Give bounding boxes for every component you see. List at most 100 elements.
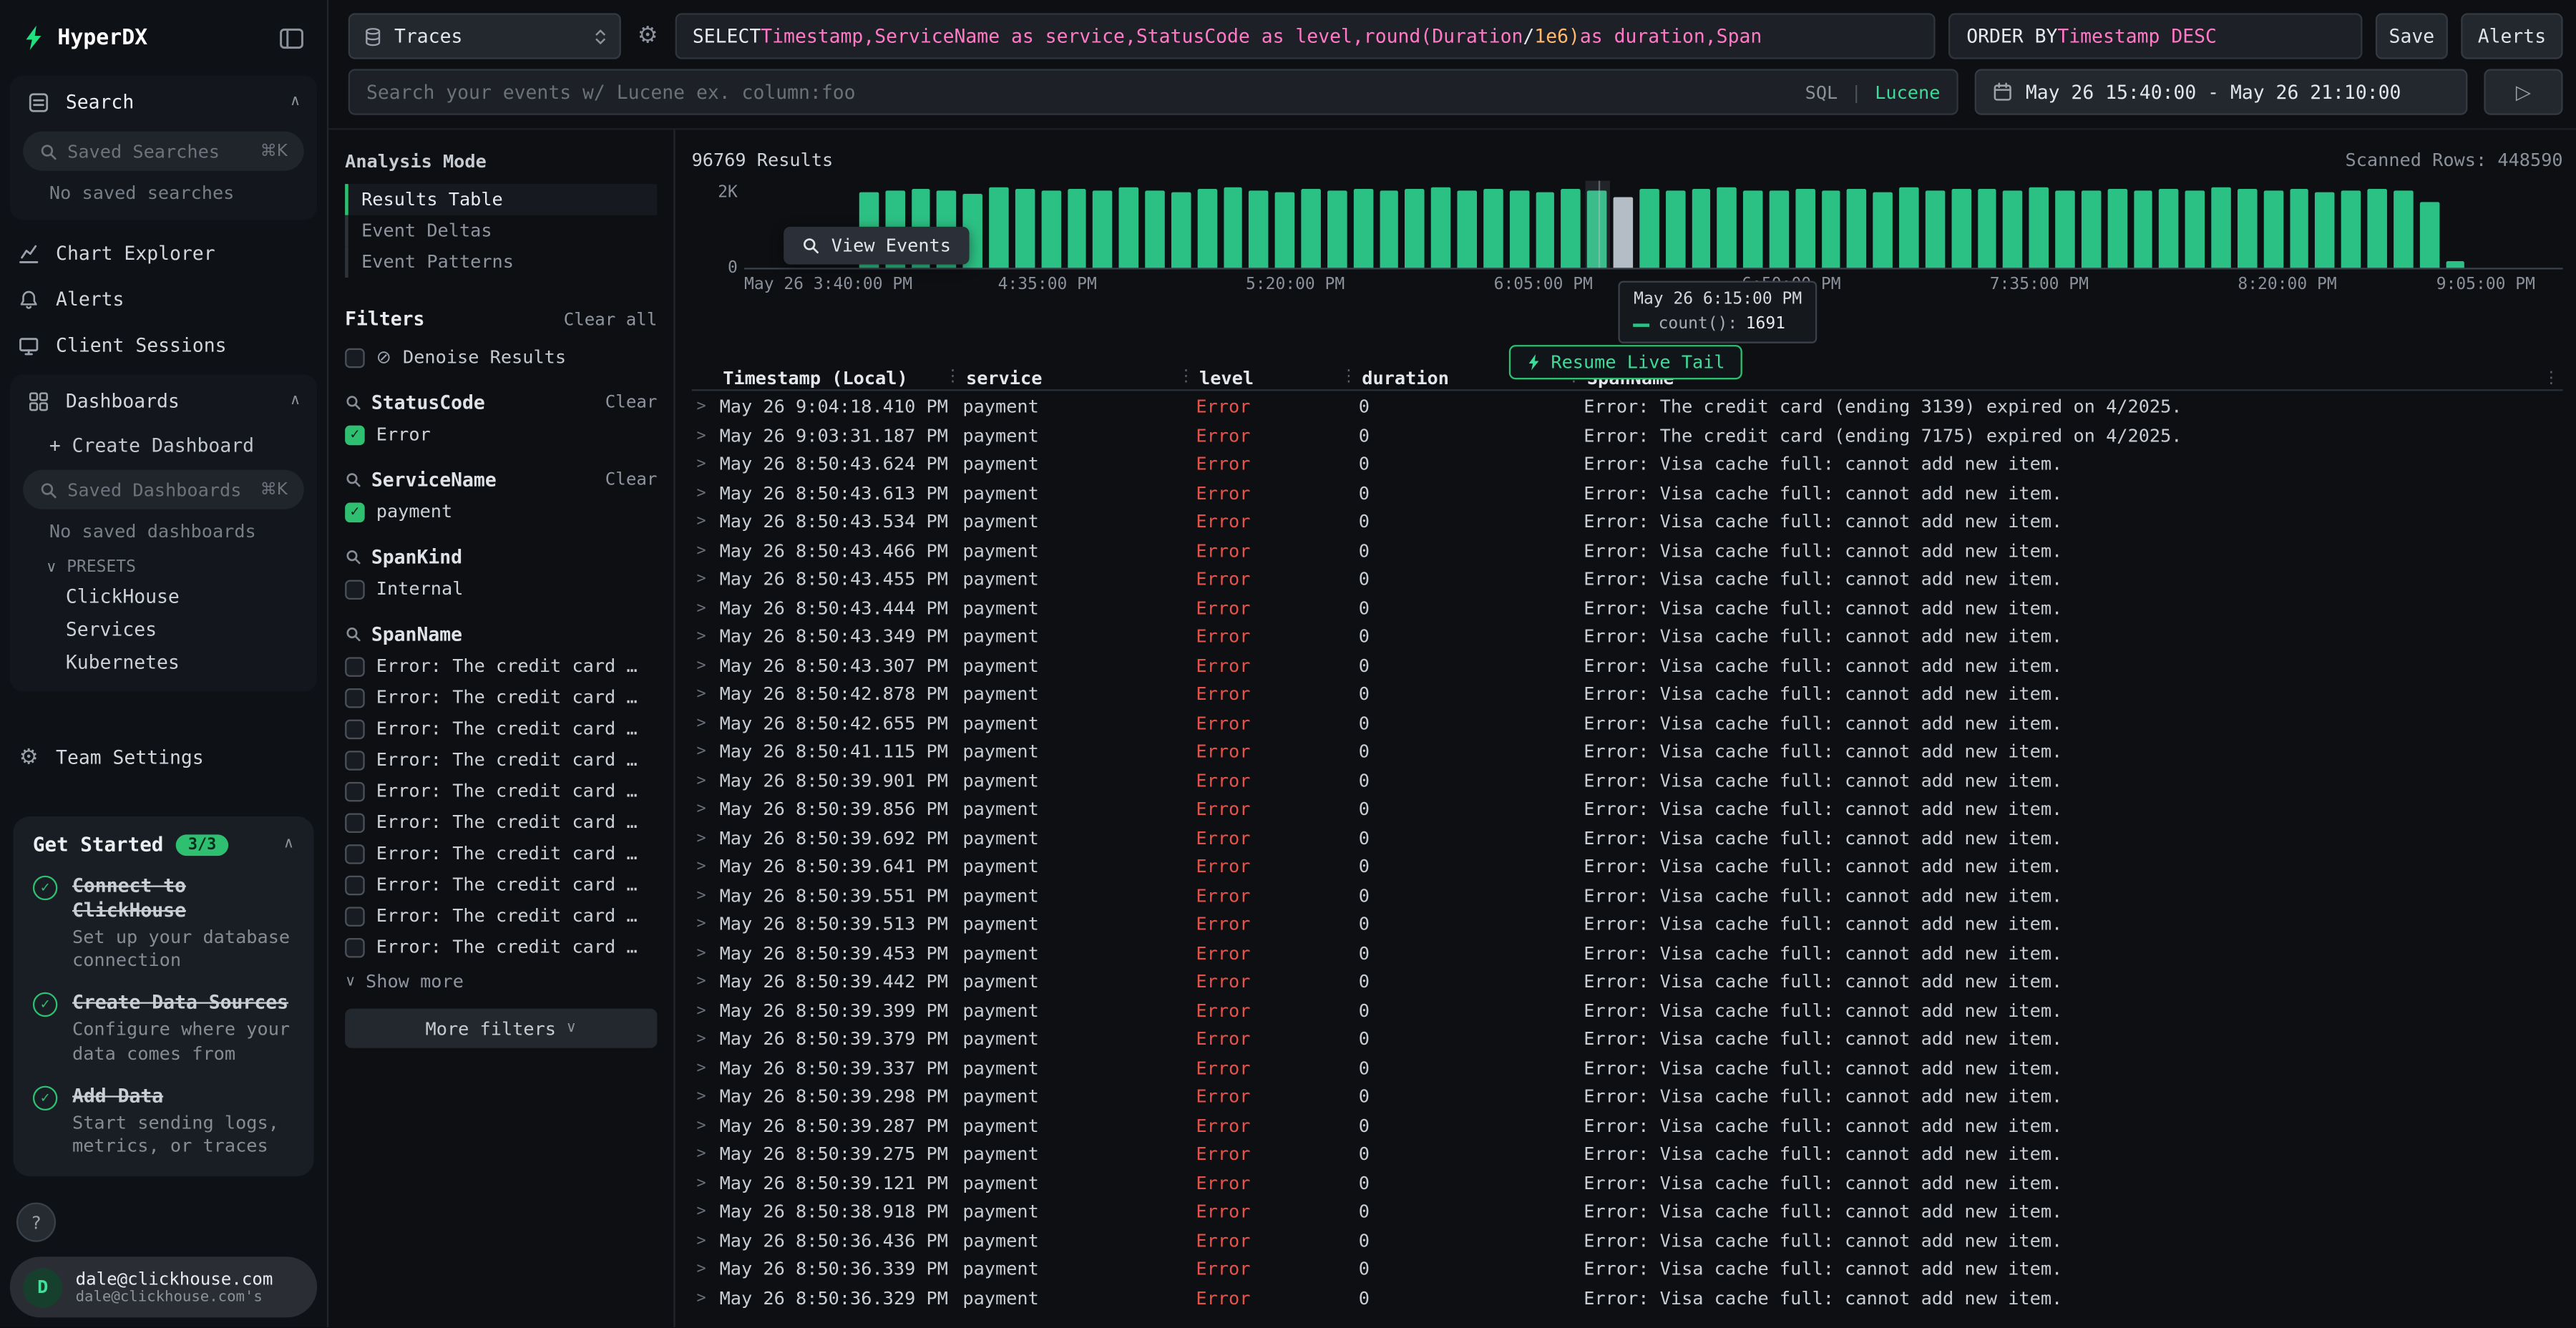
row-expand-chevron[interactable]: > [692, 599, 720, 617]
filter-option-spanname[interactable]: Error: The credit card … [345, 811, 657, 833]
histogram-bar[interactable] [2419, 202, 2439, 268]
histogram-bar[interactable] [2055, 190, 2074, 268]
row-expand-chevron[interactable]: > [692, 714, 720, 732]
orderby-editor[interactable]: ORDER BY Timestamp DESC [1948, 13, 2363, 59]
chart-plot-area[interactable]: View Events May 26 6:15:00 PM count(): 1… [744, 181, 2563, 270]
source-select[interactable]: Traces [348, 13, 621, 59]
sql-editor[interactable]: SELECT Timestamp, ServiceName as service… [675, 13, 1936, 59]
row-expand-chevron[interactable]: > [692, 426, 720, 444]
sidebar-preset-item[interactable]: Services [10, 612, 317, 645]
collapse-sidebar-icon[interactable] [279, 27, 303, 49]
filter-option-spanname[interactable]: Error: The credit card … [345, 843, 657, 864]
histogram-bar[interactable] [2133, 190, 2152, 268]
show-more-link[interactable]: ∨ Show more [345, 971, 657, 992]
filter-option-spanname[interactable]: Error: The credit card … [345, 905, 657, 927]
table-row[interactable]: >May 26 8:50:39.337 PMpaymentError0Error… [692, 1054, 2563, 1083]
table-row[interactable]: >May 26 9:04:18.410 PMpaymentError0Error… [692, 393, 2563, 421]
checkbox-unchecked[interactable] [345, 937, 365, 957]
checkbox-unchecked[interactable] [345, 688, 365, 708]
get-started-step[interactable]: ✓Connect to ClickHouseSet up your databa… [33, 874, 294, 973]
histogram-bar[interactable] [1951, 190, 1971, 268]
row-expand-chevron[interactable]: > [692, 456, 720, 474]
table-row[interactable]: >May 26 8:50:43.444 PMpaymentError0Error… [692, 594, 2563, 622]
histogram-bar[interactable] [1015, 190, 1035, 268]
histogram-bar[interactable] [1197, 189, 1216, 268]
row-expand-chevron[interactable]: > [692, 1117, 720, 1135]
source-settings-gear-icon[interactable]: ⚙ [634, 23, 661, 49]
table-row[interactable]: >May 26 8:50:43.349 PMpaymentError0Error… [692, 622, 2563, 651]
histogram-bar[interactable] [1717, 187, 1737, 268]
filter-option-spanname[interactable]: Error: The credit card … [345, 718, 657, 739]
table-row[interactable]: >May 26 8:50:43.613 PMpaymentError0Error… [692, 479, 2563, 507]
column-header-timestamp[interactable]: Timestamp (Local) [720, 367, 963, 389]
saved-dashboards-input[interactable]: ⌘K [23, 470, 304, 509]
row-expand-chevron[interactable]: > [692, 743, 720, 761]
column-header-service[interactable]: service [962, 367, 1196, 389]
saved-searches-field[interactable] [67, 140, 250, 162]
table-row[interactable]: >May 26 8:50:39.453 PMpaymentError0Error… [692, 939, 2563, 967]
filter-option-error[interactable]: Error [345, 424, 657, 445]
histogram-bar[interactable] [1770, 191, 1789, 268]
histogram-bar[interactable] [1821, 190, 1840, 268]
sidebar-item-client-sessions[interactable]: Client Sessions [0, 322, 327, 368]
histogram-bar[interactable] [1405, 190, 1425, 268]
row-expand-chevron[interactable]: > [692, 771, 720, 789]
row-expand-chevron[interactable]: > [692, 858, 720, 876]
histogram-bar[interactable] [1327, 190, 1347, 268]
filter-option-spanname[interactable]: Error: The credit card … [345, 655, 657, 677]
sidebar-preset-item[interactable]: Kubernetes [10, 645, 317, 678]
save-button[interactable]: Save [2376, 13, 2448, 59]
row-expand-chevron[interactable]: > [692, 1030, 720, 1048]
sidebar-item-alerts[interactable]: Alerts [0, 276, 327, 322]
histogram-bar[interactable] [1067, 189, 1086, 268]
get-started-step[interactable]: ✓Create Data SourcesConfigure where your… [33, 992, 294, 1067]
histogram-bar[interactable] [2341, 190, 2361, 268]
presets-toggle[interactable]: ∨ PRESETS [10, 545, 317, 580]
checkbox-unchecked[interactable] [345, 718, 365, 738]
search-icon[interactable] [345, 472, 361, 488]
row-expand-chevron[interactable]: > [692, 973, 720, 991]
table-row[interactable]: >May 26 8:50:43.624 PMpaymentError0Error… [692, 450, 2563, 479]
histogram-bar[interactable] [1093, 190, 1113, 268]
histogram-bar[interactable] [1509, 190, 1528, 268]
row-expand-chevron[interactable]: > [692, 1002, 720, 1020]
table-row[interactable]: >May 26 8:50:36.339 PMpaymentError0Error… [692, 1255, 2563, 1284]
row-expand-chevron[interactable]: > [692, 1231, 720, 1249]
histogram-bar[interactable] [1899, 187, 1918, 268]
row-expand-chevron[interactable]: > [692, 915, 720, 933]
run-search-button[interactable]: ▷ [2484, 69, 2562, 114]
table-row[interactable]: >May 26 8:50:36.329 PMpaymentError0Error… [692, 1284, 2563, 1312]
histogram-bar[interactable] [1692, 190, 1711, 268]
table-row[interactable]: >May 26 8:50:39.692 PMpaymentError0Error… [692, 824, 2563, 852]
sidebar-preset-item[interactable]: ClickHouse [10, 580, 317, 612]
chevron-up-icon[interactable]: ∧ [283, 836, 294, 853]
row-expand-chevron[interactable]: > [692, 570, 720, 588]
table-row[interactable]: >May 26 9:03:31.187 PMpaymentError0Error… [692, 421, 2563, 450]
histogram-bar[interactable] [1561, 188, 1581, 268]
event-search-input[interactable] [366, 80, 1792, 103]
checkbox-unchecked[interactable] [345, 781, 365, 801]
histogram-bar[interactable] [1171, 192, 1191, 268]
histogram-bar[interactable] [1275, 192, 1294, 268]
histogram-bar[interactable] [2367, 188, 2386, 268]
histogram-bar[interactable] [1536, 192, 1555, 268]
denoise-toggle[interactable]: ⊘ Denoise Results [345, 346, 657, 368]
column-header-level[interactable]: level [1196, 367, 1358, 389]
histogram-bar[interactable] [1977, 189, 1996, 268]
row-expand-chevron[interactable]: > [692, 944, 720, 962]
sidebar-item-chart-explorer[interactable]: Chart Explorer [0, 230, 327, 275]
checkbox-unchecked[interactable] [345, 750, 365, 770]
row-expand-chevron[interactable]: > [692, 1059, 720, 1077]
row-expand-chevron[interactable]: > [692, 513, 720, 531]
table-row[interactable]: >May 26 8:50:39.379 PMpaymentError0Error… [692, 1025, 2563, 1054]
checkbox-unchecked[interactable] [345, 656, 365, 676]
more-filters-button[interactable]: More filters ∨ [345, 1009, 657, 1048]
table-row[interactable]: >May 26 8:50:42.878 PMpaymentError0Error… [692, 680, 2563, 709]
histogram-bar[interactable] [2211, 187, 2230, 268]
table-row[interactable]: >May 26 8:50:39.901 PMpaymentError0Error… [692, 766, 2563, 795]
filter-option-spanname[interactable]: Error: The credit card … [345, 687, 657, 708]
histogram-bar[interactable] [1743, 190, 1762, 268]
checkbox-checked[interactable] [345, 424, 365, 444]
filter-option-spanname[interactable]: Error: The credit card … [345, 749, 657, 771]
table-row[interactable]: >May 26 8:50:39.287 PMpaymentError0Error… [692, 1111, 2563, 1140]
